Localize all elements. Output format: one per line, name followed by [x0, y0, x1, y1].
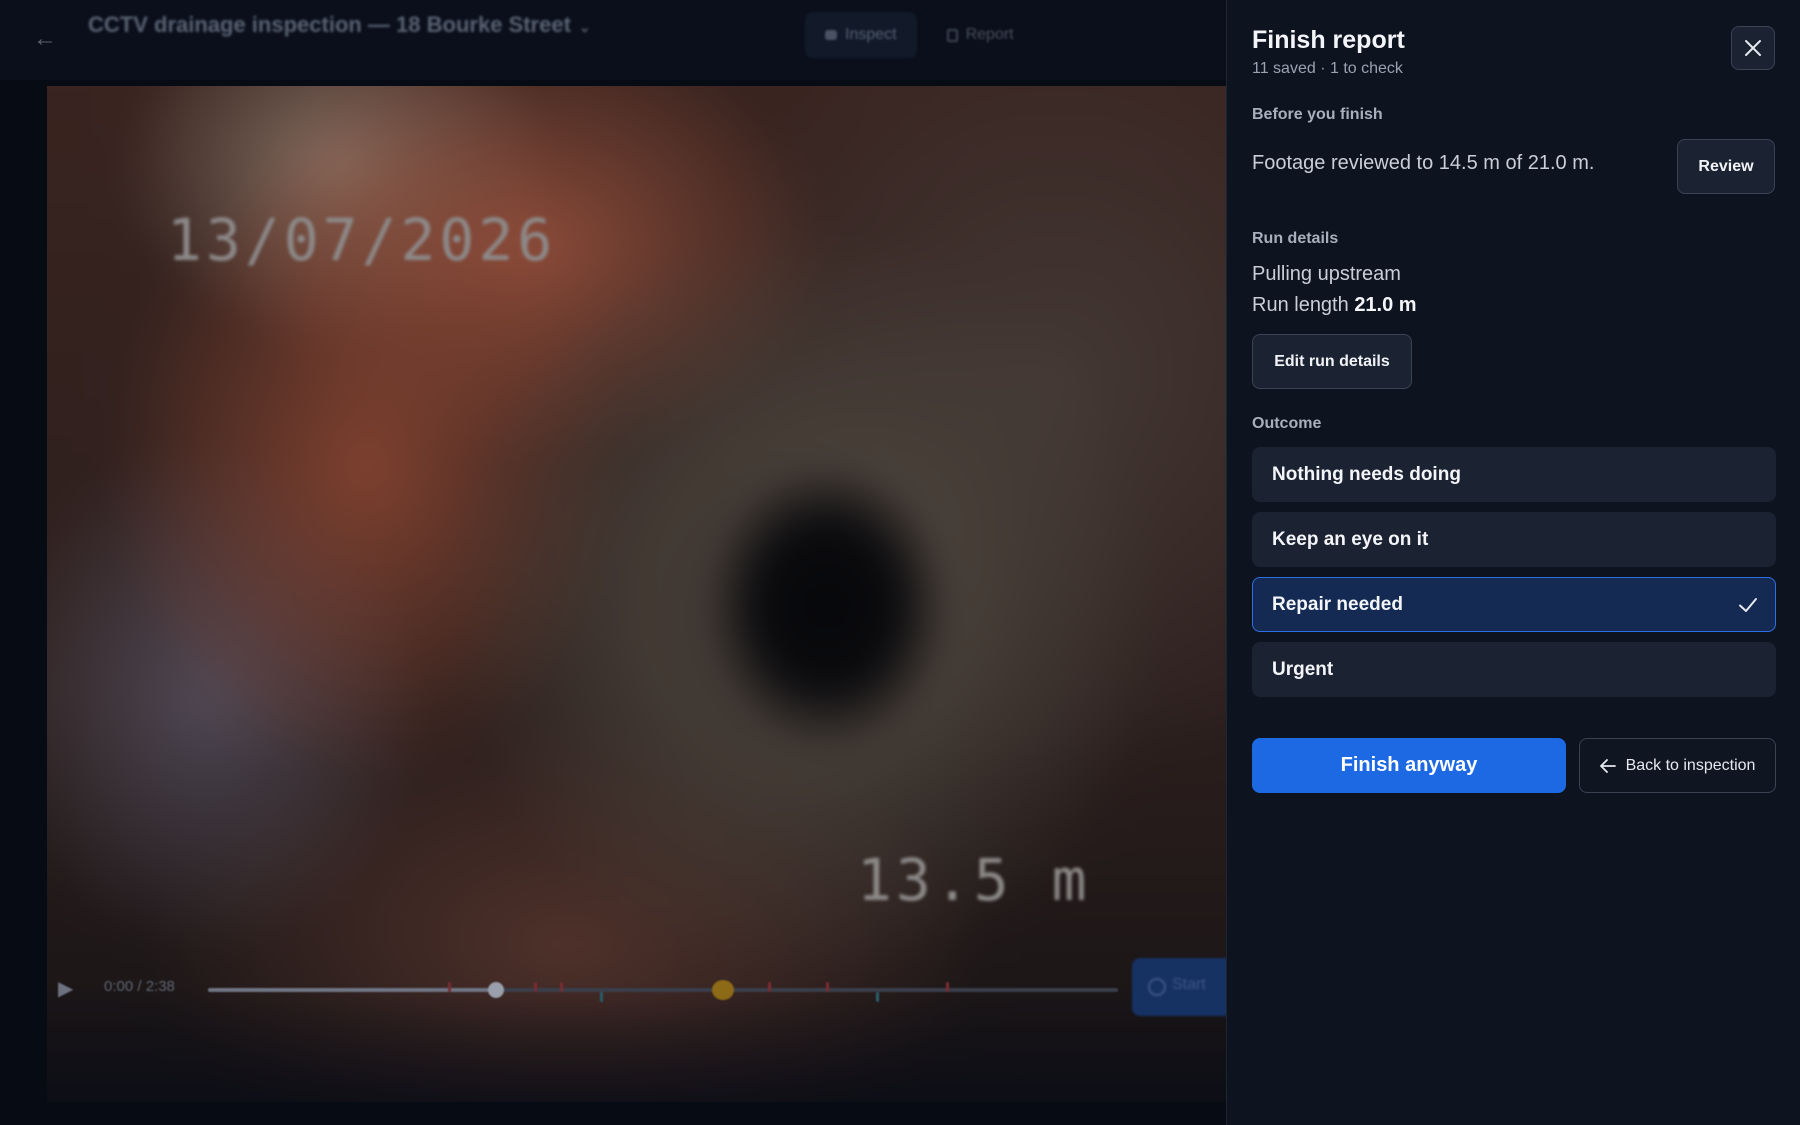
- tab-inspect[interactable]: Inspect: [805, 12, 917, 58]
- run-details-label: Run details: [1252, 230, 1339, 247]
- back-to-inspection-button[interactable]: Back to inspection: [1579, 738, 1776, 793]
- defect-marker[interactable]: [826, 982, 829, 992]
- video-controls-shade: [47, 982, 1227, 1102]
- video-scrubber[interactable]: [208, 980, 1118, 1002]
- close-button[interactable]: [1731, 26, 1775, 70]
- scrubber-handle[interactable]: [488, 982, 504, 998]
- tab-inspect-label: Inspect: [845, 26, 897, 43]
- review-button[interactable]: Review: [1677, 139, 1775, 194]
- outcome-option-label: Nothing needs doing: [1272, 463, 1461, 485]
- flag-marker[interactable]: [712, 980, 734, 1000]
- footage-reviewed-text: Footage reviewed to 14.5 m of 21.0 m.: [1252, 152, 1595, 174]
- outcome-option-repair[interactable]: Repair needed: [1252, 577, 1776, 632]
- chevron-down-icon: ⌄: [578, 19, 591, 35]
- check-icon: [1739, 598, 1757, 612]
- outcome-option-label: Urgent: [1272, 658, 1334, 680]
- outcome-option-label: Keep an eye on it: [1272, 528, 1429, 550]
- back-arrow-icon[interactable]: ←: [30, 24, 60, 54]
- run-direction: Pulling upstream: [1252, 263, 1401, 285]
- run-length-label: Run length: [1252, 294, 1349, 316]
- run-length: Run length 21.0 m: [1252, 294, 1417, 317]
- tab-report[interactable]: Report: [927, 12, 1034, 58]
- edit-run-details-button[interactable]: Edit run details: [1252, 334, 1412, 389]
- run-length-value: 21.0 m: [1354, 294, 1417, 316]
- drawer-subtitle: 11 saved · 1 to check: [1252, 60, 1403, 77]
- note-marker[interactable]: [876, 992, 879, 1002]
- defect-marker[interactable]: [768, 982, 771, 992]
- inspection-header: ← CCTV drainage inspection — 18 Bourke S…: [0, 0, 1226, 80]
- before-finish-label: Before you finish: [1252, 106, 1383, 123]
- outcome-option-label: Repair needed: [1272, 593, 1403, 615]
- app-root: ← CCTV drainage inspection — 18 Bourke S…: [0, 0, 1800, 1125]
- mode-tabs: Inspect Report: [805, 12, 1034, 58]
- defect-marker[interactable]: [946, 982, 949, 992]
- close-icon: [1745, 40, 1761, 56]
- defect-marker[interactable]: [534, 982, 537, 992]
- defect-marker[interactable]: [560, 982, 563, 992]
- tab-report-label: Report: [965, 26, 1014, 43]
- document-icon: [946, 28, 958, 42]
- outcome-option-urgent[interactable]: Urgent: [1252, 642, 1776, 697]
- inspection-title[interactable]: CCTV drainage inspection — 18 Bourke Str…: [88, 12, 591, 38]
- drawer-title: Finish report: [1252, 26, 1405, 54]
- outcome-option-nothing[interactable]: Nothing needs doing: [1252, 447, 1776, 502]
- finish-report-drawer: Finish report 11 saved · 1 to check Befo…: [1226, 0, 1800, 1125]
- video-progress: [208, 988, 496, 992]
- video-date-overlay: 13/07/2026: [167, 206, 557, 274]
- defect-marker[interactable]: [448, 982, 451, 992]
- play-icon[interactable]: ▶: [58, 976, 82, 1000]
- note-marker[interactable]: [600, 992, 603, 1002]
- record-icon: [1148, 978, 1166, 996]
- outcome-option-keep-eye[interactable]: Keep an eye on it: [1252, 512, 1776, 567]
- back-to-inspection-label: Back to inspection: [1625, 756, 1756, 774]
- inspection-title-text: CCTV drainage inspection — 18 Bourke Str…: [88, 12, 571, 37]
- video-timecode: 0:00 / 2:38: [104, 978, 175, 995]
- arrow-left-icon: [1599, 758, 1616, 773]
- start-button-label: Start: [1172, 976, 1206, 993]
- video-player[interactable]: 13/07/2026 13.5 m: [47, 86, 1227, 1102]
- camera-icon: [825, 30, 837, 40]
- finish-anyway-button[interactable]: Finish anyway: [1252, 738, 1566, 793]
- video-distance-overlay: 13.5 m: [857, 846, 1091, 914]
- outcome-label: Outcome: [1252, 415, 1322, 432]
